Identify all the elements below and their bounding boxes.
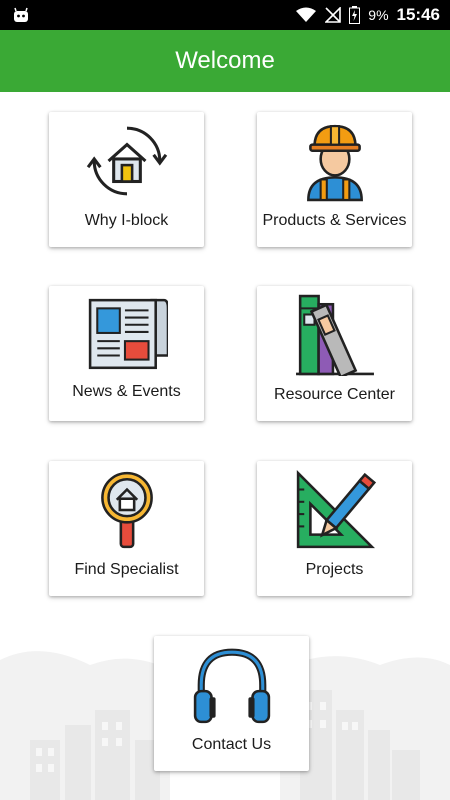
clock: 15:46 (396, 5, 440, 24)
tile-news-events[interactable]: News & Events (49, 286, 204, 421)
tile-label: Why I-block (84, 212, 169, 229)
tile-contact-us[interactable]: Contact Us (154, 636, 309, 771)
house-cycle-icon (86, 126, 167, 196)
tile-products-services[interactable]: Products & Services (257, 112, 412, 247)
books-icon (295, 294, 374, 376)
tile-projects[interactable]: Projects (257, 461, 412, 596)
ruler-pencil-icon (296, 470, 376, 549)
tile-label: Contact Us (191, 736, 272, 753)
tile-label: Products & Services (262, 212, 407, 229)
tile-resource-center[interactable]: Resource Center (257, 286, 412, 421)
android-icon (14, 7, 28, 22)
tile-label: Find Specialist (74, 561, 179, 578)
tile-label: Projects (305, 561, 364, 578)
status-bar: 9% 15:46 (0, 0, 450, 30)
tile-find-specialist[interactable]: Find Specialist (49, 461, 204, 596)
battery-percent: 9% (368, 7, 389, 23)
battery-charging-icon (349, 6, 361, 24)
worker-icon (306, 124, 363, 202)
headphones-icon (193, 648, 270, 724)
page-title: Welcome (175, 47, 275, 74)
tile-why-i-block[interactable]: Why I-block (49, 112, 204, 247)
app-bar: Welcome (0, 30, 450, 92)
no-signal-icon (325, 7, 342, 23)
magnifier-house-icon (100, 471, 153, 549)
tile-label: News & Events (72, 383, 181, 400)
newspaper-icon (88, 298, 168, 370)
tile-label: Resource Center (274, 386, 395, 403)
wifi-icon (296, 7, 317, 22)
